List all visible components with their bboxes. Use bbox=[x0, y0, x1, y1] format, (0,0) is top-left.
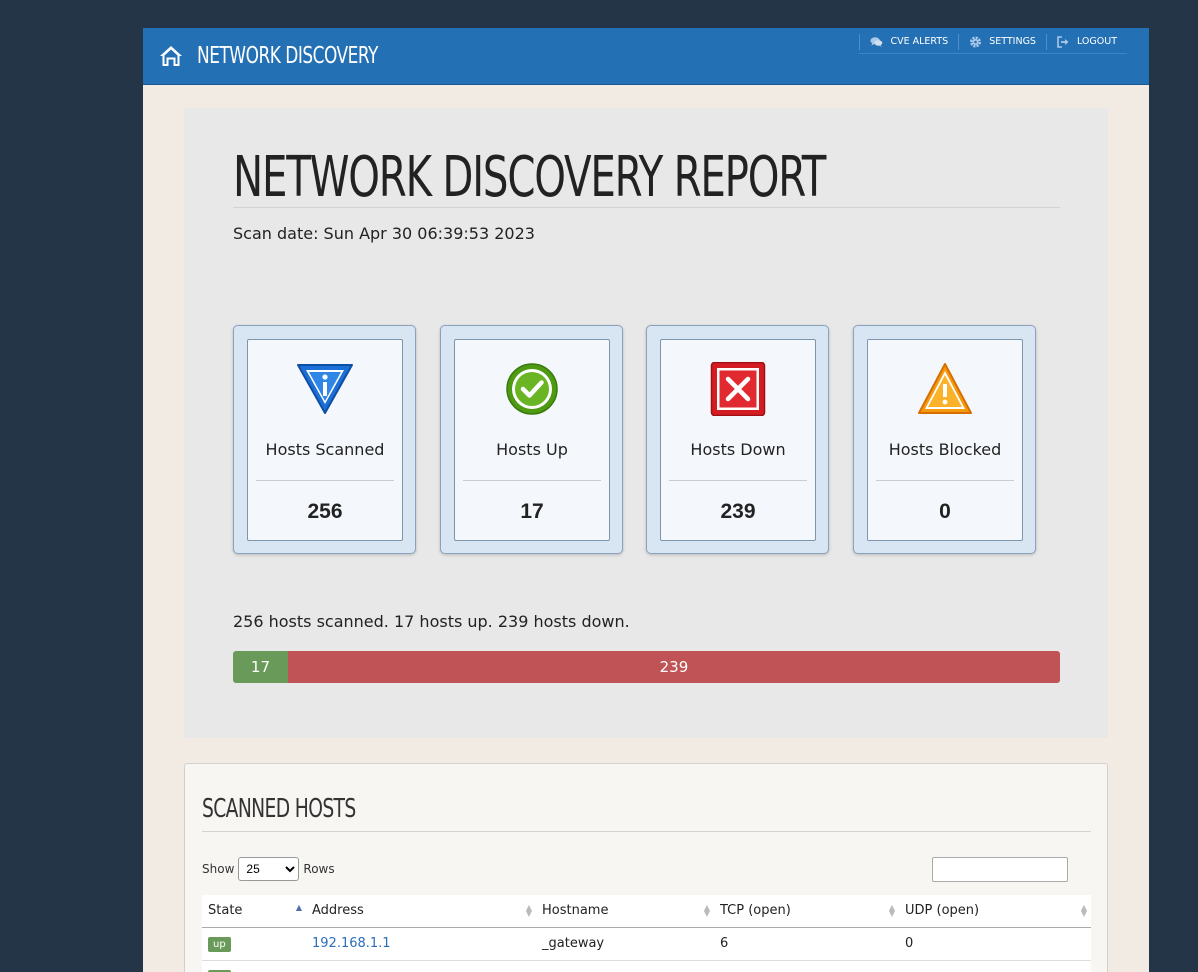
table-header-row: State ▲ Address ▲ ▼ Hostname ▲ ▼ TCP (open) ▲ ▼… bbox=[202, 895, 1091, 928]
scanned-hosts-panel: SCANNED HOSTS Show 102550100 Rows State▲… bbox=[184, 763, 1108, 972]
card-divider bbox=[669, 480, 807, 481]
title-divider bbox=[233, 207, 1060, 208]
card-hosts-up: Hosts Up 17 bbox=[440, 325, 623, 554]
table-row: up 192.168.1.1 _gateway 6 0 bbox=[202, 927, 1091, 961]
rows-label: Rows bbox=[303, 862, 335, 876]
show-label: Show bbox=[202, 862, 235, 876]
udp-cell bbox=[899, 960, 1091, 972]
column-header-address[interactable]: Address ▲ ▼ bbox=[306, 895, 536, 928]
hostname-cell: _gateway bbox=[536, 927, 714, 961]
page-length-control: Show 102550100 Rows bbox=[202, 857, 335, 881]
x-square-icon bbox=[710, 362, 766, 416]
brand-link[interactable]: NETWORK DISCOVERY bbox=[159, 40, 418, 72]
card-label: Hosts Up bbox=[496, 440, 568, 459]
card-value: 239 bbox=[720, 500, 756, 523]
card-inner: Hosts Down 239 bbox=[660, 339, 816, 541]
card-inner: Hosts Up 17 bbox=[454, 339, 610, 541]
progress-down-segment: 239 bbox=[287, 651, 1060, 683]
search-input[interactable] bbox=[932, 857, 1068, 882]
address-link[interactable]: 192.168.1.1 bbox=[312, 936, 391, 951]
card-label: Hosts Scanned bbox=[265, 440, 385, 459]
udp-cell: 0 bbox=[899, 927, 1091, 961]
card-inner: Hosts Blocked 0 bbox=[867, 339, 1023, 541]
column-header-udp[interactable]: UDP (open) ▲ ▼ bbox=[899, 895, 1091, 928]
sort-asc-icon: ▲ bbox=[295, 903, 302, 912]
nav-cve-alerts-label: CVE ALERTS bbox=[890, 36, 949, 47]
column-header-tcp[interactable]: TCP (open) ▲ ▼ bbox=[714, 895, 899, 928]
card-inner: Hosts Scanned 256 bbox=[247, 339, 403, 541]
card-value: 17 bbox=[520, 500, 544, 523]
card-hosts-scanned: Hosts Scanned 256 bbox=[233, 325, 416, 554]
progress-up-segment: 17 bbox=[233, 651, 288, 683]
hostname-cell bbox=[536, 960, 714, 972]
check-circle-icon bbox=[506, 363, 558, 415]
comments-icon bbox=[870, 36, 883, 47]
state-badge: up bbox=[208, 936, 231, 952]
logout-icon bbox=[1057, 35, 1069, 48]
sort-icon: ▲ ▼ bbox=[1080, 903, 1087, 918]
panel-divider bbox=[202, 831, 1091, 832]
warning-icon bbox=[918, 363, 972, 414]
table-row bbox=[202, 960, 1091, 972]
hosts-table: State ▲ Address ▲ ▼ Hostname ▲ ▼ TCP (open) ▲ ▼… bbox=[202, 895, 1091, 972]
tcp-cell: 6 bbox=[714, 927, 899, 961]
card-divider bbox=[256, 480, 394, 481]
top-nav: CVE ALERTS SETTINGS LOGOUT bbox=[859, 32, 1127, 54]
report-title: NETWORK DISCOVERY REPORT bbox=[233, 145, 826, 210]
sort-icon: ▲ ▼ bbox=[888, 903, 895, 918]
panel-title: SCANNED HOSTS bbox=[202, 794, 356, 824]
column-header-state[interactable]: State ▲ bbox=[202, 895, 306, 928]
column-header-hostname[interactable]: Hostname ▲ ▼ bbox=[536, 895, 714, 928]
address-cell bbox=[306, 960, 536, 972]
card-label: Hosts Down bbox=[690, 440, 786, 459]
card-value: 0 bbox=[939, 500, 951, 523]
gear-icon bbox=[970, 36, 982, 47]
info-triangle-icon bbox=[297, 364, 353, 414]
nav-logout[interactable]: LOGOUT bbox=[1045, 33, 1127, 50]
state-cell bbox=[202, 960, 306, 972]
scan-summary: 256 hosts scanned. 17 hosts up. 239 host… bbox=[233, 612, 630, 631]
nav-settings-label: SETTINGS bbox=[989, 36, 1036, 47]
page-size-select[interactable]: 102550100 bbox=[238, 857, 300, 881]
sort-icon: ▲ ▼ bbox=[703, 903, 710, 918]
state-cell: up bbox=[202, 927, 306, 961]
card-divider bbox=[876, 480, 1014, 481]
nav-settings[interactable]: SETTINGS bbox=[958, 33, 1046, 50]
nav-cve-alerts[interactable]: CVE ALERTS bbox=[859, 33, 958, 50]
hosts-progress-bar: 17 239 bbox=[233, 651, 1060, 683]
card-value: 256 bbox=[307, 500, 343, 523]
scan-date: Scan date: Sun Apr 30 06:39:53 2023 bbox=[233, 224, 535, 243]
address-cell: 192.168.1.1 bbox=[306, 927, 536, 961]
card-hosts-blocked: Hosts Blocked 0 bbox=[853, 325, 1036, 554]
report-summary: NETWORK DISCOVERY REPORT Scan date: Sun … bbox=[184, 108, 1108, 738]
page: NETWORK DISCOVERY CVE ALERTS SETTINGS LO… bbox=[143, 28, 1149, 972]
navbar: NETWORK DISCOVERY CVE ALERTS SETTINGS LO… bbox=[143, 28, 1149, 85]
card-divider bbox=[463, 480, 601, 481]
card-label: Hosts Blocked bbox=[888, 440, 1002, 459]
sort-icon: ▲ ▼ bbox=[525, 903, 532, 918]
nav-logout-label: LOGOUT bbox=[1076, 36, 1117, 47]
brand-title: NETWORK DISCOVERY bbox=[197, 43, 378, 69]
card-hosts-down: Hosts Down 239 bbox=[646, 325, 829, 554]
tcp-cell bbox=[714, 960, 899, 972]
home-icon bbox=[160, 46, 182, 66]
